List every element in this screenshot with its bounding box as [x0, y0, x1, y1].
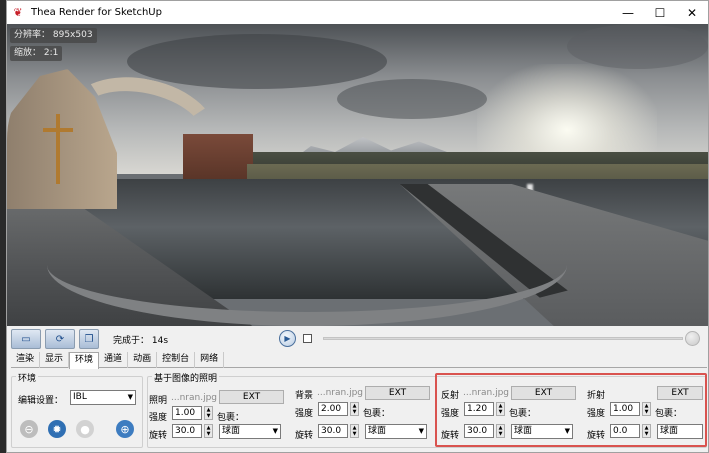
tab-display[interactable]: 显示: [40, 352, 70, 368]
background-label: 背景: [295, 391, 314, 401]
highlight-box: [435, 373, 707, 447]
edit-settings-label: 编辑设置：: [18, 396, 64, 406]
background-rotation-label: 旋转: [295, 431, 314, 441]
edit-settings-select[interactable]: IBL ▼: [70, 390, 136, 405]
refresh-icon: ⟳: [55, 333, 65, 345]
tab-animation[interactable]: 动画: [128, 352, 158, 368]
background-file: ...nran.jpg: [317, 388, 363, 398]
tab-bar: 渲染 显示 环境 通道 动画 控制台 网络: [11, 352, 707, 369]
background-rotation-stepper[interactable]: ▲ ▼: [350, 424, 359, 438]
copy-icon: ❐: [84, 333, 94, 345]
tab-network[interactable]: 网络: [195, 352, 225, 368]
close-button[interactable]: ✕: [676, 1, 708, 24]
lighting-file: ...nran.jpg: [171, 393, 217, 403]
environment-group-title: 环境: [16, 371, 39, 384]
chevron-down-icon: ▼: [272, 427, 278, 435]
tab-console[interactable]: 控制台: [157, 352, 196, 368]
background-ext-button[interactable]: EXT: [365, 386, 430, 400]
render-viewport[interactable]: 分辨率： 895x503 缩放： 2:1: [7, 24, 708, 326]
cloud: [337, 79, 487, 119]
copy-button[interactable]: ❐: [79, 329, 99, 349]
render-toolbar: ▭ ⟳ ❐ 完成于： 14s ▶: [7, 326, 708, 352]
chevron-down-icon: ▼: [418, 427, 424, 435]
pool-edge: [47, 204, 567, 326]
minimize-button[interactable]: —: [612, 1, 644, 24]
background-intensity-label: 强度: [295, 409, 314, 419]
lighting-intensity-label: 强度: [149, 413, 168, 423]
sun-icon[interactable]: ✹: [48, 420, 66, 438]
refresh-button[interactable]: ⟳: [45, 329, 75, 349]
save-image-button[interactable]: ▭: [11, 329, 41, 349]
lighting-label: 照明: [149, 396, 168, 406]
tab-channels[interactable]: 通道: [99, 352, 129, 368]
progress-bar: [323, 337, 683, 340]
title-bar: ❦ Thea Render for SketchUp — ☐ ✕: [7, 1, 708, 24]
background-wrap-value: 球面: [368, 426, 387, 436]
lighting-ext-button[interactable]: EXT: [219, 390, 284, 404]
lighting-wrap-value: 球面: [222, 426, 241, 436]
lighting-wrap-select[interactable]: 球面 ▼: [219, 424, 281, 439]
chevron-down-icon: ▼: [127, 393, 133, 401]
lighting-rotation-stepper[interactable]: ▲ ▼: [204, 424, 213, 438]
lighting-rotation-label: 旋转: [149, 431, 168, 441]
cross-bar: [43, 128, 73, 132]
ibl-group-title: 基于图像的照明: [152, 371, 220, 384]
cross-icon: [56, 114, 60, 184]
background-rotation-input[interactable]: 30.0: [318, 424, 348, 438]
thea-logo-icon: ❦: [13, 6, 23, 19]
resolution-badge: 分辨率： 895x503: [10, 28, 97, 43]
window-title: Thea Render for SketchUp: [31, 7, 162, 18]
cloud: [567, 24, 708, 69]
stop-button[interactable]: [685, 331, 700, 346]
window-controls: — ☐ ✕: [612, 1, 708, 24]
background-intensity-input[interactable]: 2.00: [318, 402, 348, 416]
edit-settings-value: IBL: [73, 392, 87, 402]
app-window: ❦ Thea Render for SketchUp — ☐ ✕ 分辨率： 89…: [6, 0, 709, 453]
cloud: [127, 34, 387, 89]
lighting-wrap-label: 包裹：: [217, 413, 245, 423]
interactive-checkbox[interactable]: [303, 334, 312, 343]
background-wrap-label: 包裹：: [363, 409, 391, 419]
lighting-rotation-input[interactable]: 30.0: [172, 424, 202, 438]
zoom-badge: 缩放： 2:1: [10, 46, 63, 61]
play-button[interactable]: ▶: [279, 330, 296, 347]
lighting-intensity-stepper[interactable]: ▲ ▼: [204, 406, 213, 420]
globe-icon[interactable]: ⊕: [116, 420, 134, 438]
lighting-intensity-input[interactable]: 1.00: [172, 406, 202, 420]
tab-environment[interactable]: 环境: [69, 352, 100, 369]
maximize-button[interactable]: ☐: [644, 1, 676, 24]
background-intensity-stepper[interactable]: ▲ ▼: [350, 402, 359, 416]
sphere-icon[interactable]: ●: [76, 420, 94, 438]
status-text: 完成于： 14s: [113, 335, 169, 346]
play-icon: ▶: [284, 334, 291, 343]
environment-group: 环境 编辑设置： IBL ▼ ⊖ ✹ ● ⊕: [11, 371, 143, 448]
tab-render[interactable]: 渲染: [11, 352, 41, 368]
background-wrap-select[interactable]: 球面 ▼: [365, 424, 427, 439]
physical-sky-icon[interactable]: ⊖: [20, 420, 38, 438]
save-icon: ▭: [21, 333, 31, 345]
